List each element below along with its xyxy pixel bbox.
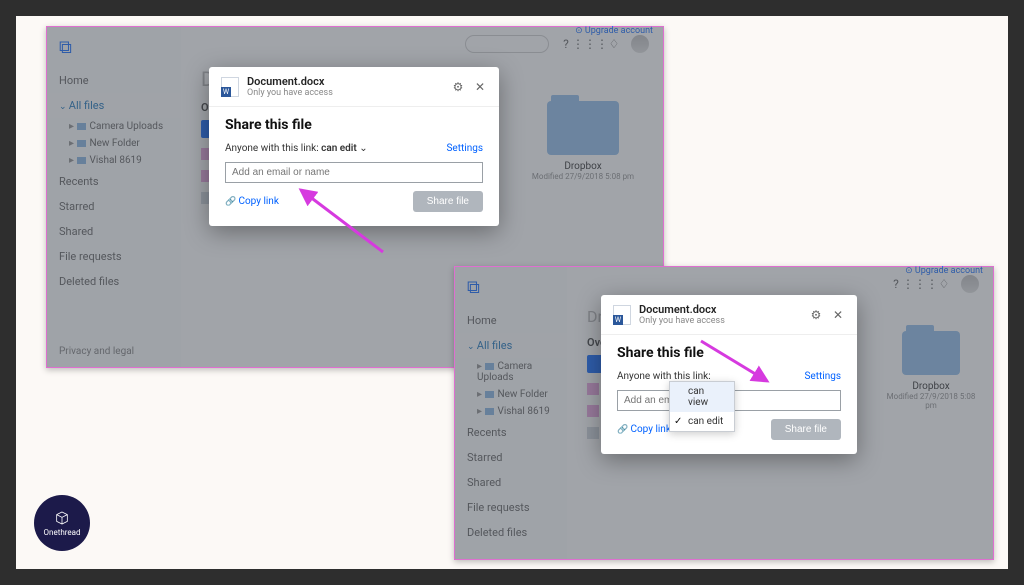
folder-icon	[77, 157, 86, 164]
privacy-link[interactable]: Privacy and legal	[59, 346, 134, 357]
nav-starred[interactable]: Starred	[47, 194, 181, 219]
permission-row: Anyone with this link: can edit Settings	[225, 143, 483, 154]
nav-shared[interactable]: Shared	[47, 219, 181, 244]
email-input[interactable]	[225, 162, 483, 183]
tree-camera-uploads[interactable]: Camera Uploads	[455, 358, 567, 386]
tree-camera-uploads[interactable]: Camera Uploads	[47, 118, 181, 135]
nav-starred[interactable]: Starred	[455, 445, 567, 470]
share-button[interactable]: Share file	[413, 191, 483, 212]
nav-recents[interactable]: Recents	[47, 169, 181, 194]
apps-icon[interactable]: ⋮⋮⋮	[583, 37, 597, 51]
nav-file-requests[interactable]: File requests	[47, 244, 181, 269]
word-doc-icon	[221, 77, 239, 97]
dropbox-window-b: ⧉ Home ⌄ All files Camera Uploads New Fo…	[454, 266, 994, 560]
annotation-arrow	[695, 335, 785, 395]
annotation-arrow	[293, 182, 393, 262]
nav-all-files[interactable]: ⌄ All files	[47, 93, 181, 118]
bell-icon[interactable]: ♢	[607, 37, 621, 51]
perm-prefix: Anyone with this link:	[225, 143, 319, 154]
tree-new-folder[interactable]: New Folder	[47, 135, 181, 152]
avatar[interactable]	[631, 35, 649, 53]
dropbox-logo-icon: ⧉	[467, 277, 480, 298]
folder-icon	[485, 408, 494, 415]
copy-link[interactable]: Copy link	[225, 196, 279, 207]
nav-deleted[interactable]: Deleted files	[47, 269, 181, 294]
search-input[interactable]	[465, 35, 549, 53]
doc-row-icon	[587, 427, 599, 439]
upgrade-link[interactable]: ⊙ Upgrade account	[575, 26, 653, 36]
folder-icon	[77, 140, 86, 147]
perm-option-can-edit[interactable]: can edit	[670, 412, 734, 431]
nav-file-requests[interactable]: File requests	[455, 495, 567, 520]
folder-icon	[485, 363, 494, 370]
help-icon[interactable]: ?	[889, 277, 903, 291]
modal-header: Document.docx Only you have access ⚙ ✕	[601, 295, 857, 335]
folder-icon	[485, 391, 494, 398]
folder-card-name: Dropbox	[523, 161, 643, 172]
nav-all-files[interactable]: ⌄ All files	[455, 333, 567, 358]
nav-all-files-label: All files	[69, 99, 105, 112]
tree-vishal[interactable]: Vishal 8619	[455, 403, 567, 420]
modal-file-name: Document.docx	[639, 303, 725, 316]
folder-icon	[77, 123, 86, 130]
nav-deleted[interactable]: Deleted files	[455, 520, 567, 545]
cube-icon	[54, 510, 70, 526]
avatar[interactable]	[961, 275, 979, 293]
folder-row-icon	[587, 405, 599, 417]
modal-access-text: Only you have access	[639, 316, 725, 326]
folder-row-icon	[587, 383, 599, 395]
dropbox-logo-icon: ⧉	[59, 37, 72, 58]
onethread-badge: Onethread	[34, 495, 90, 551]
permission-dropdown[interactable]: can edit	[321, 143, 367, 154]
topbar: ⊙ Upgrade account ? ⋮⋮⋮ ♢	[181, 27, 663, 61]
nav-home[interactable]: Home	[455, 308, 567, 333]
upgrade-link[interactable]: ⊙ Upgrade account	[905, 266, 983, 276]
tree-vishal[interactable]: Vishal 8619	[47, 152, 181, 169]
copy-link[interactable]: Copy link	[617, 424, 671, 435]
nav-shared[interactable]: Shared	[455, 470, 567, 495]
folder-card-modified: Modified 27/9/2018 5:08 pm	[523, 172, 643, 181]
share-button[interactable]: Share file	[771, 419, 841, 440]
close-icon[interactable]: ✕	[831, 308, 845, 322]
nav-home[interactable]: Home	[47, 68, 181, 93]
apps-icon[interactable]: ⋮⋮⋮	[913, 277, 927, 291]
folder-card-name: Dropbox	[881, 381, 981, 392]
sidebar: ⧉ Home ⌄ All files Camera Uploads New Fo…	[47, 27, 181, 367]
folder-card[interactable]: Dropbox Modified 27/9/2018 5:08 pm	[523, 101, 643, 181]
nav-recents[interactable]: Recents	[455, 420, 567, 445]
folder-card[interactable]: Dropbox Modified 27/9/2018 5:08 pm	[881, 331, 981, 410]
bell-icon[interactable]: ♢	[937, 277, 951, 291]
gear-icon[interactable]: ⚙	[451, 80, 465, 94]
share-heading: Share this file	[225, 117, 483, 133]
sidebar: ⧉ Home ⌄ All files Camera Uploads New Fo…	[455, 267, 567, 559]
modal-access-text: Only you have access	[247, 88, 333, 98]
tree-new-folder[interactable]: New Folder	[455, 386, 567, 403]
onethread-label: Onethread	[44, 528, 81, 537]
close-icon[interactable]: ✕	[473, 80, 487, 94]
big-folder-icon	[902, 331, 960, 375]
big-folder-icon	[547, 101, 619, 155]
modal-file-name: Document.docx	[247, 75, 333, 88]
folder-card-modified: Modified 27/9/2018 5:08 pm	[881, 392, 981, 410]
settings-link[interactable]: Settings	[804, 371, 841, 382]
help-icon[interactable]: ?	[559, 37, 573, 51]
modal-header: Document.docx Only you have access ⚙ ✕	[209, 67, 499, 107]
word-doc-icon	[613, 305, 631, 325]
gear-icon[interactable]: ⚙	[809, 308, 823, 322]
settings-link[interactable]: Settings	[446, 143, 483, 154]
